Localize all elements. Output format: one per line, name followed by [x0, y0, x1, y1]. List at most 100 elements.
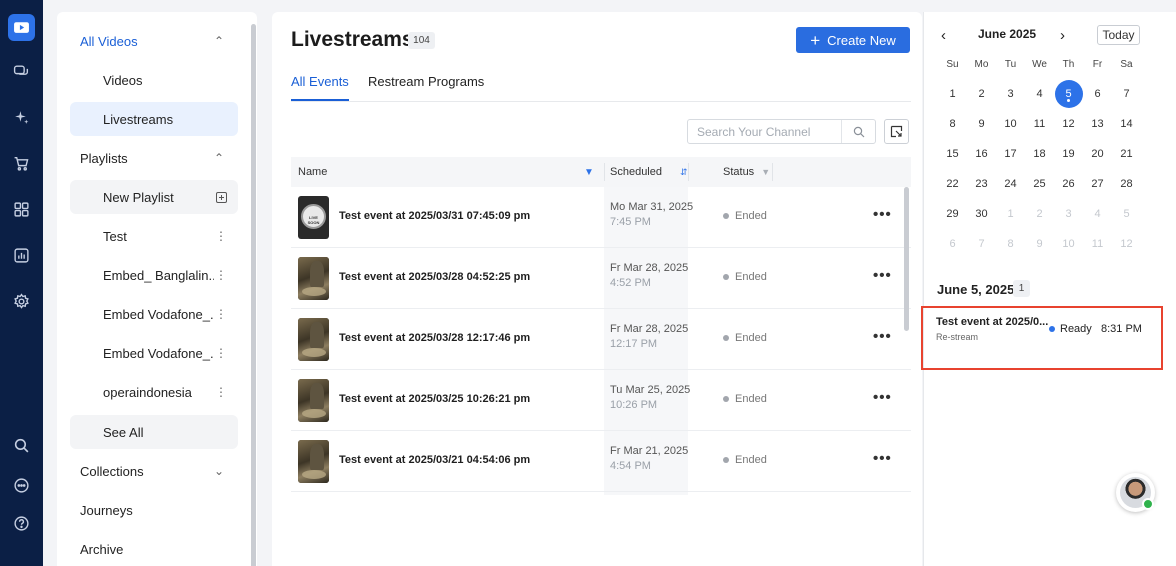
- calendar-day[interactable]: 1: [996, 200, 1025, 228]
- sidebar-section-archive[interactable]: Archive: [80, 532, 226, 566]
- filter-funnel-icon[interactable]: ▼: [761, 167, 770, 177]
- calendar-day[interactable]: 23: [967, 170, 996, 198]
- table-row[interactable]: Test event at 2025/03/28 04:52:25 pm Fr …: [291, 248, 911, 309]
- analytics-icon[interactable]: [8, 242, 35, 269]
- sidebar-item-videos[interactable]: Videos: [70, 63, 238, 97]
- more-actions-icon[interactable]: •••: [873, 450, 892, 467]
- kebab-menu-icon[interactable]: ⋮: [214, 346, 228, 360]
- table-row[interactable]: LIVE SOON Test event at 2025/03/31 07:45…: [291, 187, 911, 248]
- calendar-day[interactable]: 27: [1083, 170, 1112, 198]
- sidebar-section-collections[interactable]: Collections ⌄: [80, 454, 226, 488]
- calendar-day[interactable]: 20: [1083, 140, 1112, 168]
- next-month-icon[interactable]: ›: [1060, 27, 1065, 44]
- event-name[interactable]: Test event at 2025/03/25 10:26:21 pm: [339, 393, 530, 405]
- video-thumbnail[interactable]: [298, 379, 329, 422]
- event-name[interactable]: Test event at 2025/03/31 07:45:09 pm: [339, 210, 530, 222]
- sidebar-section-journeys[interactable]: Journeys: [80, 493, 226, 527]
- column-header-name[interactable]: Name: [298, 157, 598, 187]
- sidebar-item-playlist[interactable]: Embed Vodafone_... ⋮: [70, 297, 238, 331]
- calendar-day[interactable]: 8: [938, 110, 967, 138]
- help-icon[interactable]: [8, 510, 35, 537]
- calendar-day[interactable]: 10: [1054, 230, 1083, 258]
- kebab-menu-icon[interactable]: ⋮: [214, 307, 228, 321]
- search-icon[interactable]: [841, 120, 875, 143]
- kebab-menu-icon[interactable]: ⋮: [214, 385, 228, 399]
- column-header-scheduled[interactable]: Scheduled ⇵: [610, 157, 688, 187]
- calendar-day[interactable]: 25: [1025, 170, 1054, 198]
- sidebar-item-playlist[interactable]: Embed Vodafone_... ⋮: [70, 336, 238, 370]
- sidebar-section-all-videos[interactable]: All Videos ⌃: [80, 24, 226, 58]
- more-actions-icon[interactable]: •••: [873, 206, 892, 223]
- video-thumbnail[interactable]: [298, 440, 329, 483]
- more-actions-icon[interactable]: •••: [873, 389, 892, 406]
- event-name[interactable]: Test event at 2025/03/28 04:52:25 pm: [339, 271, 530, 283]
- calendar-day[interactable]: 30: [967, 200, 996, 228]
- calendar-day[interactable]: 14: [1112, 110, 1141, 138]
- messages-icon[interactable]: [8, 472, 35, 499]
- sidebar-item-playlist[interactable]: operaindonesia ⋮: [70, 375, 238, 409]
- search-channel-field[interactable]: Search Your Channel: [687, 119, 876, 144]
- calendar-day[interactable]: 22: [938, 170, 967, 198]
- sidebar-scrollbar[interactable]: [251, 24, 256, 566]
- chat-bubbles-icon[interactable]: [8, 58, 35, 85]
- calendar-day[interactable]: 7: [1112, 80, 1141, 108]
- calendar-day[interactable]: 26: [1054, 170, 1083, 198]
- calendar-day[interactable]: 28: [1112, 170, 1141, 198]
- calendar-day[interactable]: 2: [1025, 200, 1054, 228]
- chevron-up-icon[interactable]: ⌃: [212, 34, 226, 48]
- table-row[interactable]: Test event at 2025/03/21 04:54:06 pm Fr …: [291, 431, 911, 492]
- calendar-day[interactable]: 5: [1112, 200, 1141, 228]
- video-thumbnail[interactable]: [298, 318, 329, 361]
- calendar-day[interactable]: 6: [1083, 80, 1112, 108]
- calendar-day[interactable]: 10: [996, 110, 1025, 138]
- tab-all-events[interactable]: All Events: [291, 74, 349, 101]
- table-row[interactable]: Test event at 2025/03/28 12:17:46 pm Fr …: [291, 309, 911, 370]
- calendar-day[interactable]: 24: [996, 170, 1025, 198]
- calendar-day[interactable]: 12: [1054, 110, 1083, 138]
- video-thumbnail[interactable]: [298, 257, 329, 300]
- sort-icon[interactable]: ⇵: [680, 167, 688, 178]
- calendar-day[interactable]: 18: [1025, 140, 1054, 168]
- sparkle-icon[interactable]: [8, 104, 35, 131]
- tab-restream-programs[interactable]: Restream Programs: [368, 74, 484, 99]
- event-name[interactable]: Test event at 2025/03/21 04:54:06 pm: [339, 454, 530, 466]
- calendar-day[interactable]: 7: [967, 230, 996, 258]
- calendar-day[interactable]: 29: [938, 200, 967, 228]
- calendar-day[interactable]: 21: [1112, 140, 1141, 168]
- sidebar-item-playlist[interactable]: Test ⋮: [70, 219, 238, 253]
- sidebar-section-playlists[interactable]: Playlists ⌃: [80, 141, 226, 175]
- expand-panel-button[interactable]: [884, 119, 909, 144]
- shopping-cart-icon[interactable]: [8, 150, 35, 177]
- chevron-down-icon[interactable]: ⌄: [212, 464, 226, 478]
- sidebar-item-livestreams[interactable]: Livestreams: [70, 102, 238, 136]
- calendar-day[interactable]: 16: [967, 140, 996, 168]
- today-button[interactable]: Today: [1097, 25, 1140, 45]
- more-actions-icon[interactable]: •••: [873, 267, 892, 284]
- calendar-day[interactable]: 12: [1112, 230, 1141, 258]
- chevron-up-icon[interactable]: ⌃: [212, 151, 226, 165]
- create-new-button[interactable]: + Create New: [796, 27, 910, 53]
- more-actions-icon[interactable]: •••: [873, 328, 892, 345]
- calendar-day[interactable]: 3: [996, 80, 1025, 108]
- sidebar-item-see-all[interactable]: See All: [70, 415, 238, 449]
- calendar-day-selected[interactable]: 5: [1054, 80, 1083, 108]
- calendar-day[interactable]: 4: [1083, 200, 1112, 228]
- calendar-day[interactable]: 1: [938, 80, 967, 108]
- calendar-day[interactable]: 6: [938, 230, 967, 258]
- sidebar-item-new-playlist[interactable]: New Playlist: [70, 180, 238, 214]
- table-row[interactable]: Test event at 2025/03/25 10:26:21 pm Tu …: [291, 370, 911, 431]
- calendar-day[interactable]: 13: [1083, 110, 1112, 138]
- calendar-day[interactable]: 17: [996, 140, 1025, 168]
- search-icon[interactable]: [8, 432, 35, 459]
- video-thumbnail[interactable]: LIVE SOON: [298, 196, 329, 239]
- video-library-icon[interactable]: [8, 14, 35, 41]
- calendar-day[interactable]: 9: [967, 110, 996, 138]
- add-square-icon[interactable]: [214, 191, 228, 203]
- calendar-day[interactable]: 2: [967, 80, 996, 108]
- filter-funnel-icon[interactable]: ▼: [584, 157, 594, 187]
- calendar-day[interactable]: 11: [1083, 230, 1112, 258]
- kebab-menu-icon[interactable]: ⋮: [214, 268, 228, 282]
- calendar-day[interactable]: 15: [938, 140, 967, 168]
- kebab-menu-icon[interactable]: ⋮: [214, 229, 228, 243]
- event-name[interactable]: Test event at 2025/03/28 12:17:46 pm: [339, 332, 530, 344]
